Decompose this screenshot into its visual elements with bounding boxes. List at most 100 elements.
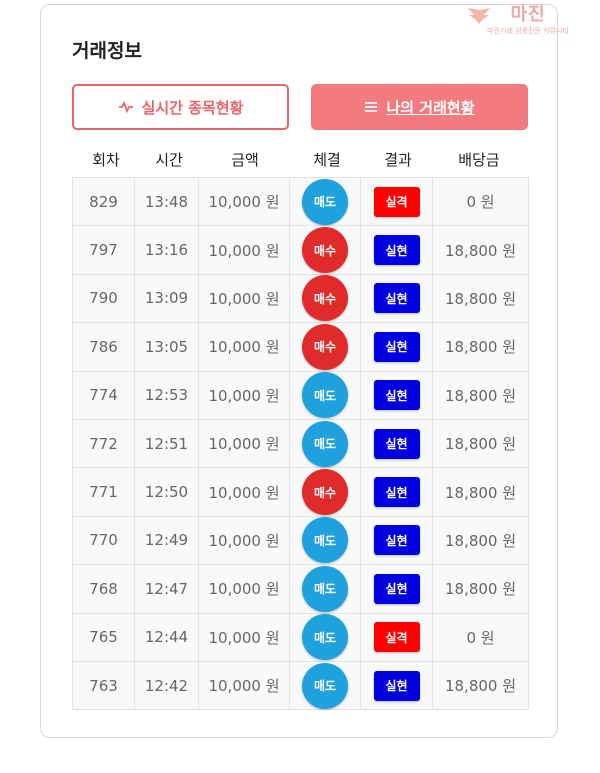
result-cell: 실격 <box>360 176 433 227</box>
round-cell: 790 <box>72 273 135 324</box>
result-cell: 실현 <box>360 564 433 614</box>
result-badge: 실현 <box>373 573 420 604</box>
amount-cell: 10,000 원 <box>198 515 290 566</box>
execution-cell: 매도 <box>289 418 361 469</box>
amount-cell: 10,000 원 <box>198 225 290 275</box>
result-badge: 실격 <box>373 186 420 217</box>
result-cell: 실현 <box>360 370 433 420</box>
pulse-icon <box>118 100 133 114</box>
wing-logo-icon <box>468 8 490 24</box>
amount-cell: 10,000 원 <box>198 176 290 227</box>
result-badge: 실현 <box>373 428 420 459</box>
time-cell: 12:53 <box>134 370 199 420</box>
trade-table: 829 13:48 10,000 원 매도 실격 0 원 797 13:16 10,000 원매… <box>72 176 529 711</box>
payout-cell: 18,800 원 <box>432 225 529 275</box>
result-badge: 실현 <box>373 477 420 508</box>
round-cell: 763 <box>72 660 135 711</box>
execution-cell: 매도 <box>289 564 361 614</box>
time-cell: 13:48 <box>134 176 199 227</box>
execution-cell: 매도 <box>289 515 361 566</box>
time-cell: 12:50 <box>134 467 199 517</box>
my-trades-button[interactable]: 나의 거래현황 <box>311 84 528 130</box>
round-cell: 772 <box>72 418 135 469</box>
amount-cell: 10,000 원 <box>198 273 290 324</box>
time-cell: 13:16 <box>134 225 199 275</box>
result-cell: 실현 <box>360 515 433 566</box>
time-cell: 13:09 <box>134 273 199 324</box>
table-row: 768 12:47 10,000 원 매도 실현 18,800 원 <box>72 564 529 614</box>
result-badge: 실현 <box>373 525 420 556</box>
column-header-execution: 체결 <box>313 151 341 169</box>
payout-cell: 18,800 원 <box>432 273 529 324</box>
payout-cell: 18,800 원 <box>432 467 529 517</box>
result-cell: 실현 <box>360 322 433 372</box>
realtime-status-label: 실시간 종목현황 <box>141 98 244 117</box>
page-title: 거래정보 <box>72 40 142 62</box>
execution-cell: 매도 <box>289 370 361 420</box>
payout-cell: 18,800 원 <box>432 418 529 469</box>
execution-badge: 매수 <box>302 323 348 370</box>
execution-badge: 매수 <box>302 469 348 516</box>
table-row: 797 13:16 10,000 원 매수 실현 18,800 원 <box>72 225 529 275</box>
execution-cell: 매수 <box>289 273 361 324</box>
result-cell: 실현 <box>360 225 433 275</box>
table-row: 772 12:51 10,000 원 매도 실현 18,800 원 <box>72 418 529 469</box>
amount-cell: 10,000 원 <box>198 370 290 420</box>
result-badge: 실현 <box>373 283 420 314</box>
column-header-payout: 배당금 <box>458 151 500 169</box>
table-row: 790 13:09 10,000 원 매수 실현 18,800 원 <box>72 273 529 324</box>
round-cell: 774 <box>72 370 135 420</box>
column-header-round: 회차 <box>92 151 120 169</box>
table-row: 829 13:48 10,000 원 매도 실격 0 원 <box>72 176 529 227</box>
round-cell: 770 <box>72 515 135 566</box>
round-cell: 765 <box>72 612 135 662</box>
execution-badge: 매도 <box>302 517 348 564</box>
result-cell: 실현 <box>360 418 433 469</box>
site-watermark: 마진 마진거래 검증전문 커뮤니티 <box>462 4 594 44</box>
execution-cell: 매수 <box>289 225 361 275</box>
payout-cell: 0 원 <box>432 612 529 662</box>
payout-cell: 18,800 원 <box>432 564 529 614</box>
realtime-status-button[interactable]: 실시간 종목현황 <box>72 84 289 130</box>
result-badge: 실현 <box>373 380 420 411</box>
time-cell: 13:05 <box>134 322 199 372</box>
result-badge: 실격 <box>373 622 420 653</box>
payout-cell: 0 원 <box>432 176 529 227</box>
result-cell: 실현 <box>360 660 433 711</box>
table-row: 763 12:42 10,000 원 매도 실현 18,800 원 <box>72 660 529 711</box>
execution-badge: 매수 <box>302 275 348 322</box>
execution-badge: 매도 <box>302 565 348 612</box>
execution-badge: 매도 <box>302 178 348 225</box>
result-cell: 실격 <box>360 612 433 662</box>
my-trades-label: 나의 거래현황 <box>386 98 475 117</box>
watermark-subtitle: 마진거래 검증전문 커뮤니티 <box>487 27 569 35</box>
payout-cell: 18,800 원 <box>432 515 529 566</box>
payout-cell: 18,800 원 <box>432 370 529 420</box>
result-cell: 실현 <box>360 273 433 324</box>
amount-cell: 10,000 원 <box>198 322 290 372</box>
execution-cell: 매도 <box>289 612 361 662</box>
round-cell: 829 <box>72 176 135 227</box>
round-cell: 768 <box>72 564 135 614</box>
round-cell: 797 <box>72 225 135 275</box>
table-row: 765 12:44 10,000 원 매도 실격 0 원 <box>72 612 529 662</box>
result-cell: 실현 <box>360 467 433 517</box>
amount-cell: 10,000 원 <box>198 612 290 662</box>
time-cell: 12:49 <box>134 515 199 566</box>
amount-cell: 10,000 원 <box>198 660 290 711</box>
amount-cell: 10,000 원 <box>198 467 290 517</box>
table-row: 771 12:50 10,000 원 매수 실현 18,800 원 <box>72 467 529 517</box>
result-badge: 실현 <box>373 331 420 362</box>
time-cell: 12:44 <box>134 612 199 662</box>
table-row: 774 12:53 10,000 원 매도 실현 18,800 원 <box>72 370 529 420</box>
round-cell: 771 <box>72 467 135 517</box>
result-badge: 실현 <box>373 670 420 701</box>
payout-cell: 18,800 원 <box>432 322 529 372</box>
execution-cell: 매도 <box>289 176 361 227</box>
table-row: 786 13:05 10,000 원 매수 실현 18,800 원 <box>72 322 529 372</box>
execution-badge: 매도 <box>302 420 348 467</box>
time-cell: 12:51 <box>134 418 199 469</box>
execution-cell: 매도 <box>289 660 361 711</box>
column-header-time: 시간 <box>155 151 183 169</box>
execution-badge: 매수 <box>302 227 348 274</box>
